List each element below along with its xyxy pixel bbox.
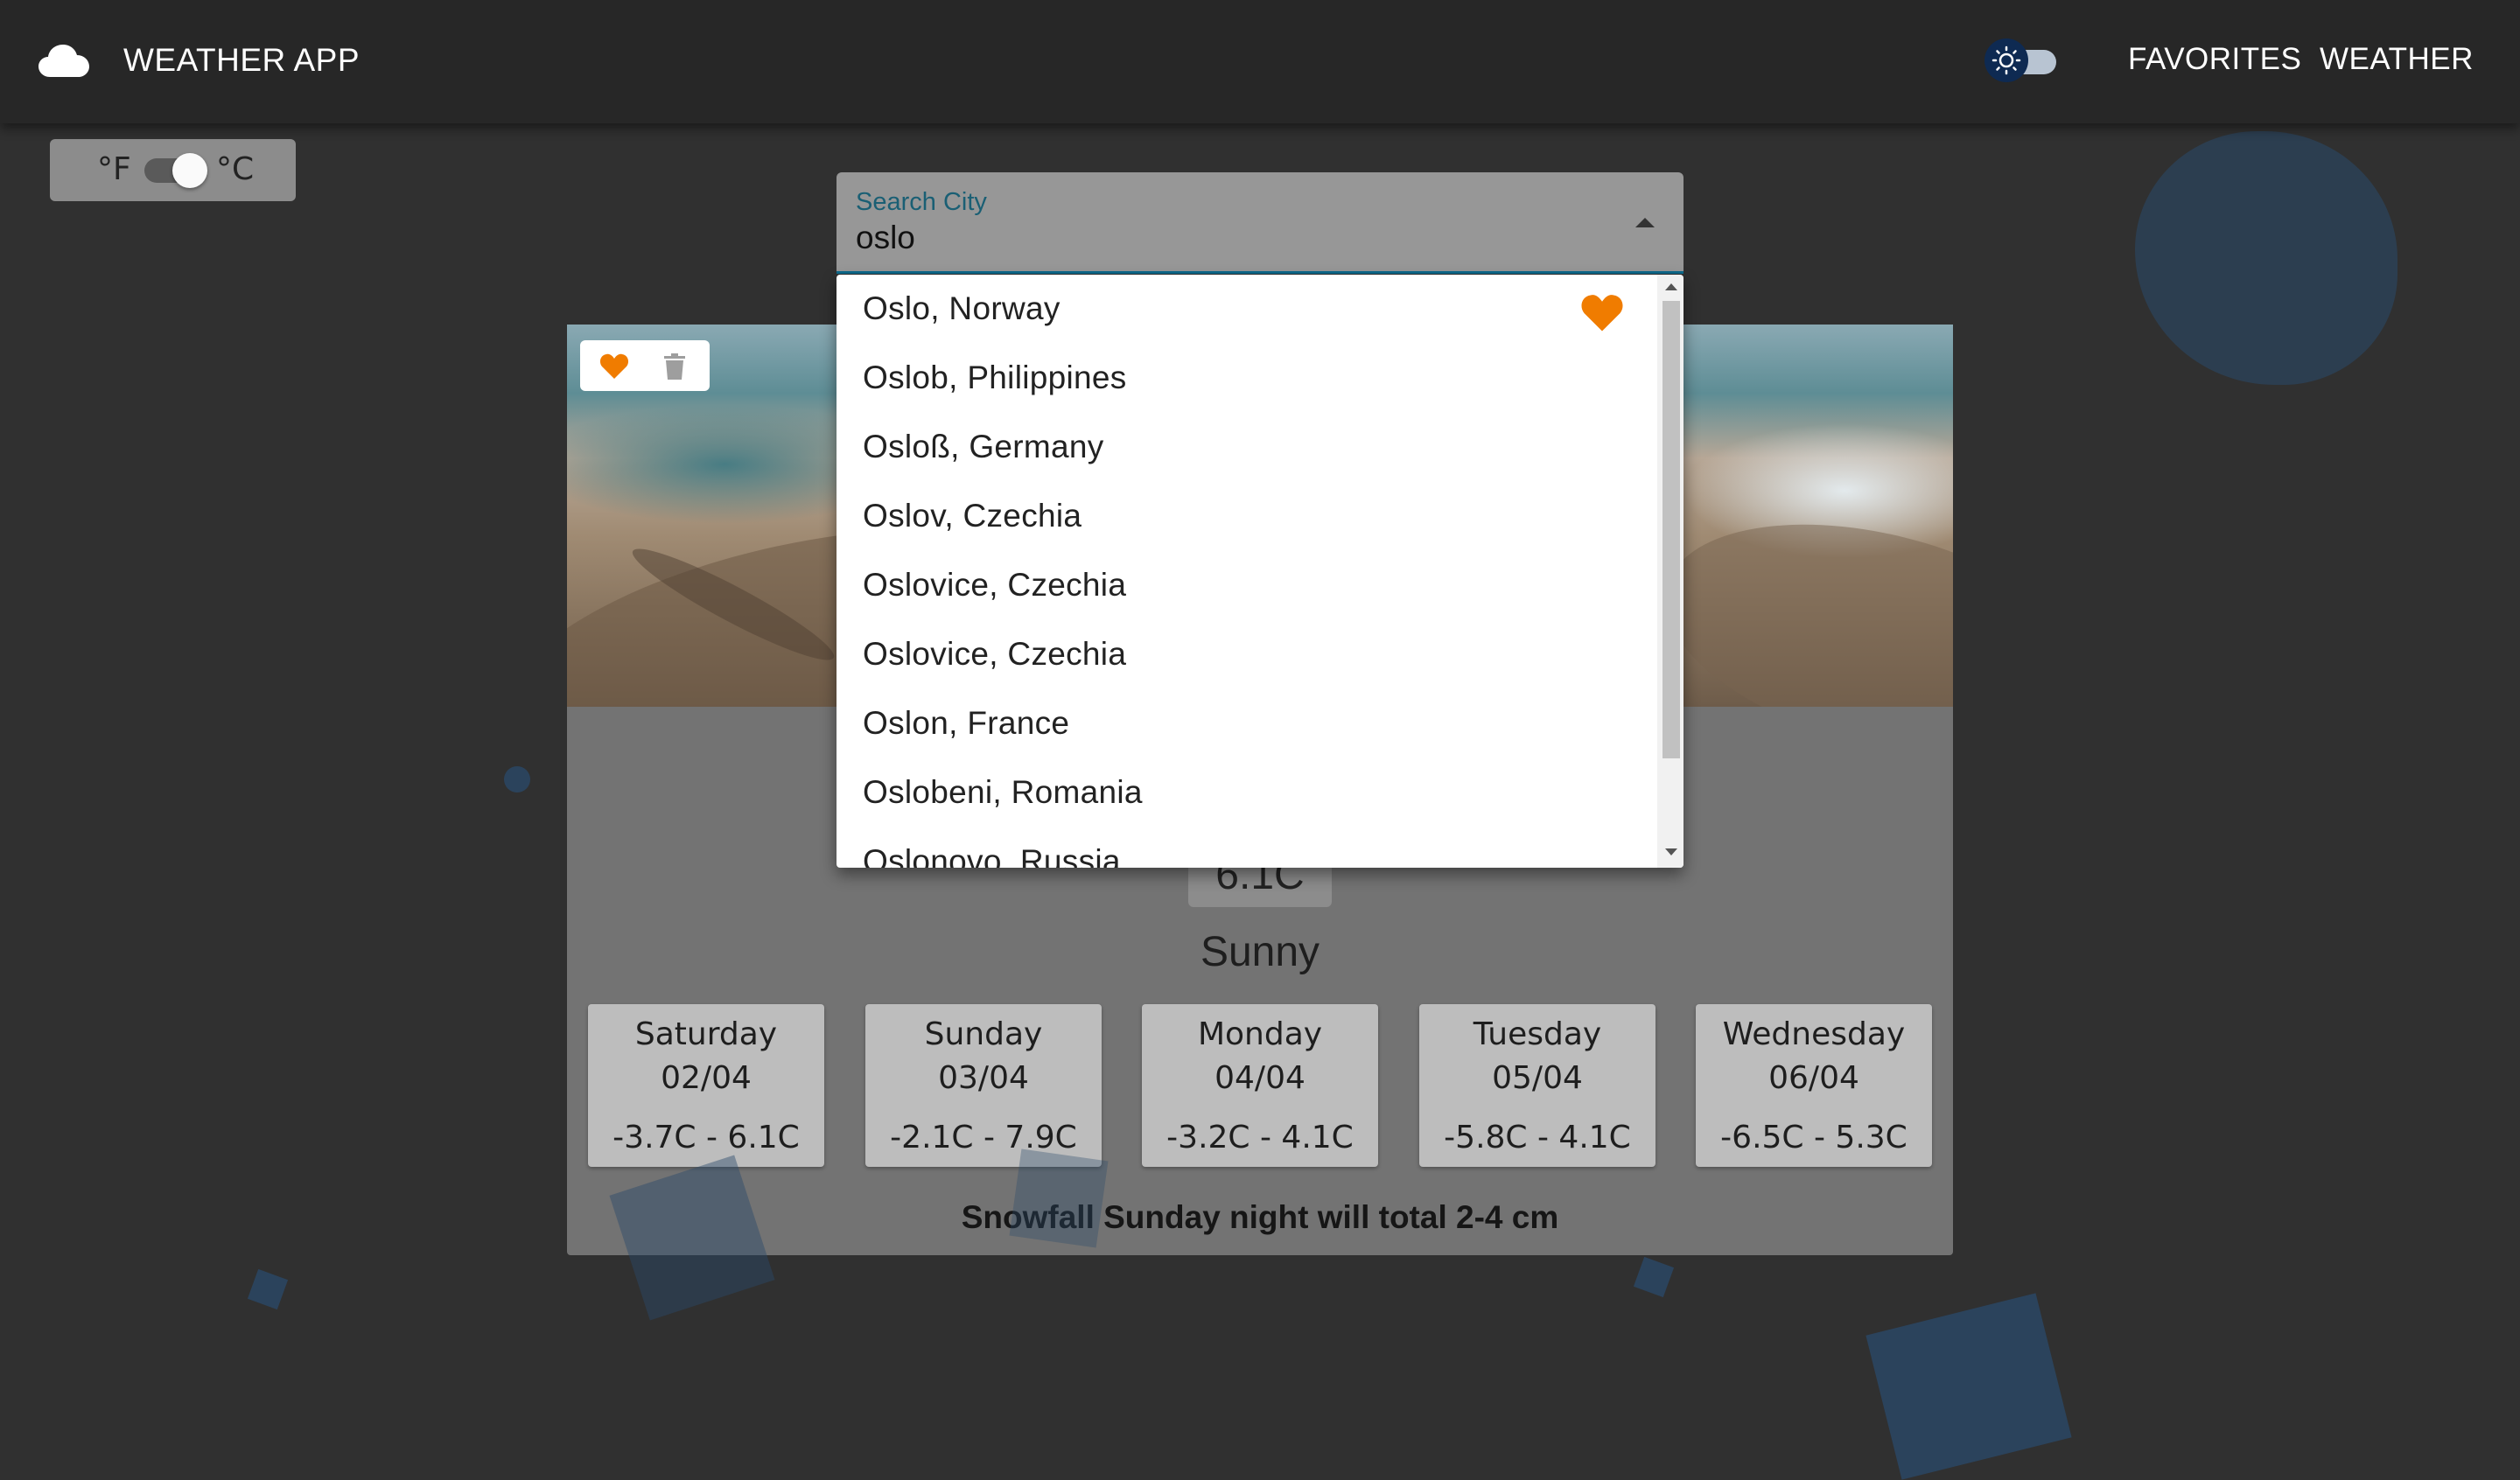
search-results-dropdown: Oslo, Norway Oslob, Philippines Osloß, G…	[836, 275, 1684, 868]
decor-square	[1633, 1256, 1675, 1298]
weather-condition: Sunny	[1200, 929, 1320, 975]
caret-up-icon[interactable]	[1635, 218, 1655, 227]
city-option[interactable]: Osloß, Germany	[836, 413, 1657, 482]
forecast-day-name: Sunday	[924, 1016, 1043, 1052]
city-option[interactable]: Oslonovo, Russia	[836, 827, 1657, 868]
nav-weather[interactable]: WEATHER	[2320, 42, 2474, 77]
theme-toggle[interactable]	[1984, 35, 2065, 86]
heart-icon[interactable]	[599, 353, 629, 380]
forecast-day-card: Monday 04/04 -3.2C - 4.1C	[1142, 1004, 1378, 1167]
search-label: Search City	[856, 188, 987, 216]
city-option-label: Oslo, Norway	[863, 290, 1060, 326]
city-option-label: Osloß, Germany	[863, 429, 1104, 464]
forecast-temp-range: -2.1C - 7.9C	[890, 1120, 1077, 1155]
app-bar: WEATHER APP FAVORITES WEATHER	[0, 0, 2520, 123]
forecast-temp-range: -3.7C - 6.1C	[612, 1120, 800, 1155]
scroll-up-arrow-icon[interactable]	[1665, 283, 1677, 290]
decor-blob	[2135, 131, 2398, 385]
forecast-day-name: Tuesday	[1473, 1016, 1602, 1052]
search-city-field[interactable]: Search City	[836, 172, 1684, 274]
nav-favorites[interactable]: FAVORITES	[2128, 42, 2301, 77]
weather-alert: Snowfall Sunday night will total 2-4 cm	[961, 1199, 1559, 1235]
decor-square	[247, 1268, 289, 1310]
city-option[interactable]: Oslov, Czechia	[836, 482, 1657, 551]
forecast-date: 02/04	[661, 1060, 752, 1096]
city-option[interactable]: Oslovice, Czechia	[836, 620, 1657, 689]
celsius-label: °C	[216, 151, 255, 187]
forecast-day-name: Monday	[1197, 1016, 1323, 1052]
sun-icon	[1984, 45, 2028, 86]
city-option-label: Oslovice, Czechia	[863, 567, 1127, 603]
city-option[interactable]: Oslob, Philippines	[836, 344, 1657, 413]
forecast-day-name: Saturday	[634, 1016, 778, 1052]
scroll-down-arrow-icon[interactable]	[1665, 848, 1677, 855]
forecast-day-card: Sunday 03/04 -2.1C - 7.9C	[865, 1004, 1102, 1167]
forecast-day-name: Wednesday	[1722, 1016, 1906, 1052]
heart-icon[interactable]	[1580, 294, 1624, 340]
forecast-date: 03/04	[938, 1060, 1029, 1096]
unit-switch-thumb[interactable]	[172, 153, 207, 188]
forecast-date: 04/04	[1214, 1060, 1306, 1096]
decor-square	[1009, 1148, 1109, 1248]
dropdown-scrollbar[interactable]	[1657, 275, 1684, 868]
decor-dot	[504, 766, 530, 792]
city-option-label: Oslonovo, Russia	[863, 843, 1121, 868]
decor-square	[1866, 1293, 2072, 1480]
city-option[interactable]: Oslo, Norway	[836, 275, 1657, 344]
forecast-date: 05/04	[1492, 1060, 1583, 1096]
forecast-day-card: Saturday 02/04 -3.7C - 6.1C	[588, 1004, 824, 1167]
forecast-temp-range: -3.2C - 4.1C	[1166, 1120, 1354, 1155]
city-option-label: Oslobeni, Romania	[863, 774, 1143, 810]
city-option-label: Oslovice, Czechia	[863, 636, 1127, 672]
search-input[interactable]	[856, 218, 1608, 258]
cloud-icon	[38, 44, 89, 79]
forecast-temp-range: -5.8C - 4.1C	[1444, 1120, 1631, 1155]
forecast-date: 06/04	[1768, 1060, 1859, 1096]
city-option-label: Oslon, France	[863, 705, 1070, 741]
city-option-label: Oslob, Philippines	[863, 360, 1127, 395]
forecast-day-card: Wednesday 06/04 -6.5C - 5.3C	[1696, 1004, 1932, 1167]
fahrenheit-label: °F	[97, 151, 131, 187]
city-option-label: Oslov, Czechia	[863, 498, 1082, 534]
card-actions	[580, 340, 710, 391]
city-option[interactable]: Oslon, France	[836, 689, 1657, 758]
forecast-temp-range: -6.5C - 5.3C	[1720, 1120, 1908, 1155]
theme-toggle-thumb	[1984, 38, 2028, 82]
app-title: WEATHER APP	[123, 42, 360, 78]
scrollbar-thumb[interactable]	[1662, 301, 1680, 758]
trash-icon[interactable]	[664, 353, 685, 380]
unit-toggle[interactable]: °F °C	[50, 139, 296, 201]
forecast-day-card: Tuesday 05/04 -5.8C - 4.1C	[1419, 1004, 1656, 1167]
city-option[interactable]: Oslobeni, Romania	[836, 758, 1657, 827]
city-option[interactable]: Oslovice, Czechia	[836, 551, 1657, 620]
